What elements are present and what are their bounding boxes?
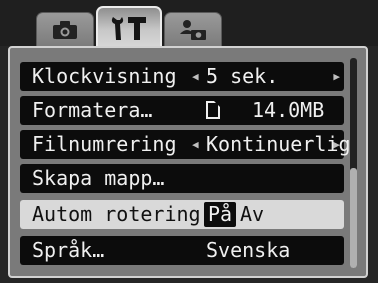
left-arrow-icon[interactable]: ◀ [192, 62, 199, 91]
camera-icon [53, 20, 77, 39]
tab-settings[interactable] [96, 6, 162, 48]
row-label: Autom rotering [32, 202, 201, 226]
tab-bar [0, 0, 378, 48]
row-value: Kontinuerlig [206, 132, 351, 156]
tab-my-menu[interactable] [164, 12, 222, 46]
camera-settings-screen: Klockvisning ◀ 5 sek. ▶ Formatera… 14.0M… [0, 0, 378, 283]
scrollbar[interactable] [350, 58, 357, 268]
row-label: Filnumrering [32, 132, 177, 156]
row-label: Klockvisning [32, 64, 177, 88]
tab-camera[interactable] [36, 12, 94, 46]
row-label: Skapa mapp… [32, 166, 165, 190]
menu-row-file-numbering[interactable]: Filnumrering ◀ Kontinuerlig ▶ [20, 130, 351, 159]
wrench-hammer-icon [111, 17, 146, 40]
menu-row-auto-rotate[interactable]: Autom rotering På Av [20, 200, 344, 229]
settings-panel: Klockvisning ◀ 5 sek. ▶ Formatera… 14.0M… [8, 46, 368, 278]
menu-row-clock-display[interactable]: Klockvisning ◀ 5 sek. ▶ [20, 62, 344, 91]
right-arrow-icon[interactable]: ▶ [333, 62, 340, 91]
right-arrow-icon[interactable]: ▶ [333, 130, 340, 159]
option-off[interactable]: Av [240, 200, 264, 229]
menu-row-language[interactable]: Språk… Svenska [20, 236, 344, 265]
person-camera-icon [180, 19, 206, 40]
menu-row-create-folder[interactable]: Skapa mapp… [20, 164, 344, 193]
row-label: Språk… [32, 238, 105, 262]
card-size-value: 14.0MB [252, 98, 325, 122]
option-on[interactable]: På [204, 202, 237, 227]
left-arrow-icon[interactable]: ◀ [192, 130, 199, 159]
memory-card-icon [206, 101, 220, 119]
row-value: Svenska [206, 238, 291, 262]
scrollbar-thumb[interactable] [350, 168, 357, 268]
row-label: Formatera… [32, 98, 153, 122]
row-value: 5 sek. [206, 64, 279, 88]
menu-row-format[interactable]: Formatera… 14.0MB [20, 96, 344, 125]
